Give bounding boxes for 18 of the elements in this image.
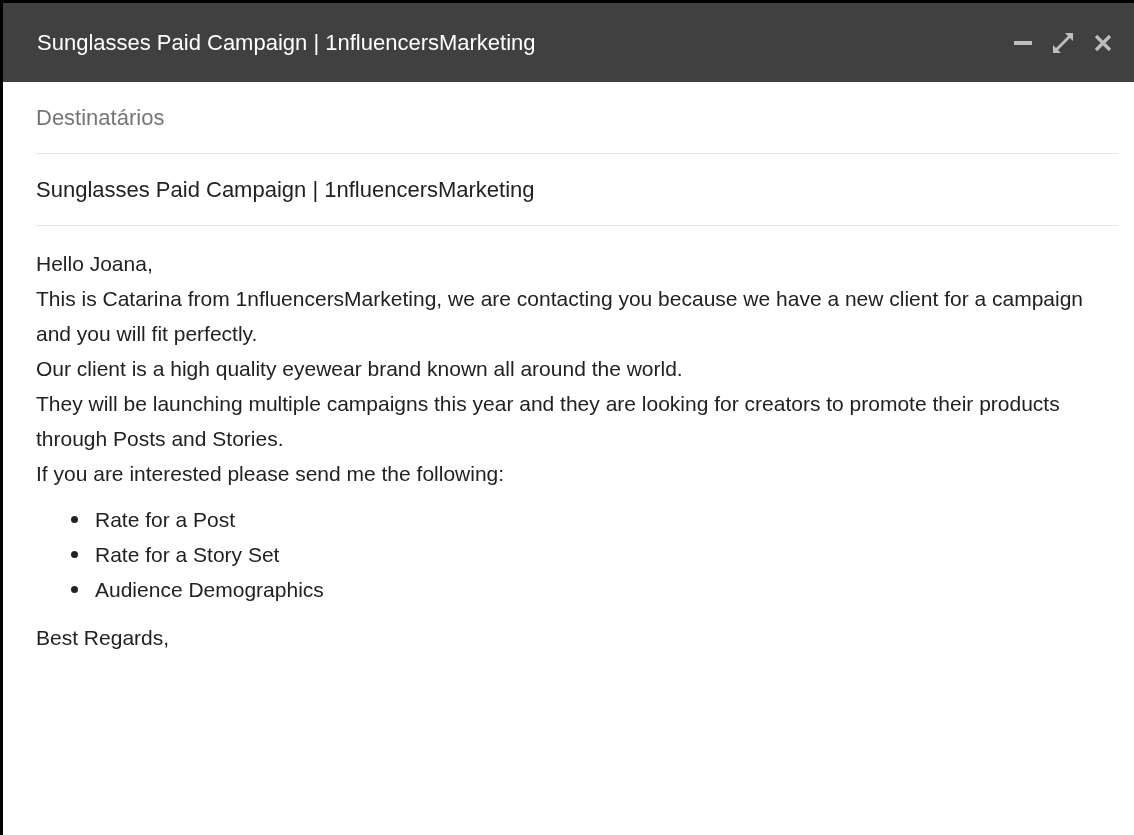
body-paragraph: Our client is a high quality eyewear brand known all around the world. xyxy=(36,356,684,382)
recipients-field[interactable]: Destinatários xyxy=(36,82,1118,154)
expand-icon xyxy=(1053,32,1073,53)
minimize-icon xyxy=(1014,40,1032,45)
body-paragraph: They will be launching multiple campaigns this year and they are looking for creators to promote their products through Posts and Stories. xyxy=(36,391,1061,452)
closing-text: Best Regards, xyxy=(36,625,171,651)
bullet-icon xyxy=(71,516,78,523)
list-item: Rate for a Post xyxy=(95,507,236,533)
bullet-icon xyxy=(71,586,78,593)
body-paragraph: This is Catarina from 1nfluencersMarketing, we are contacting you because we have a new client for a campaign and you will fit perfectly. xyxy=(36,286,1085,347)
body-paragraph: Hello Joana, xyxy=(36,251,154,277)
window-title: Sunglasses Paid Campaign | 1nfluencersMarketing xyxy=(37,29,537,57)
close-icon xyxy=(1094,33,1112,52)
list-item: Audience Demographics xyxy=(95,577,324,603)
list-item: Rate for a Story Set xyxy=(95,542,280,568)
bullet-icon xyxy=(71,551,78,558)
subject-field[interactable]: Sunglasses Paid Campaign | 1nfluencersMarketing xyxy=(36,154,1118,226)
body-paragraph: If you are interested please send me the following: xyxy=(36,461,506,487)
